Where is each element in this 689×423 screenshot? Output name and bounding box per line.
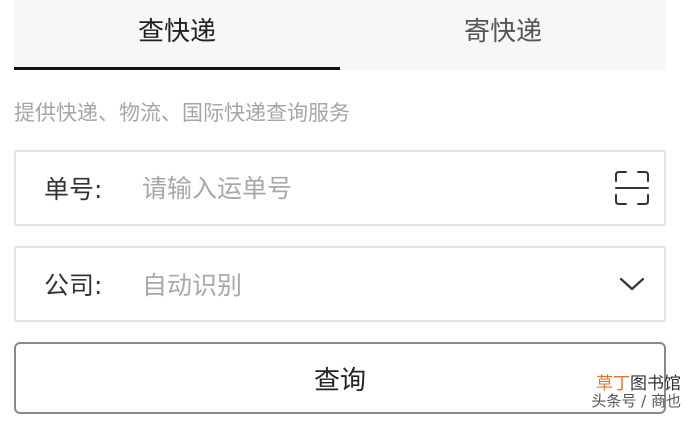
tab-send-express[interactable]: 寄快递 xyxy=(340,0,666,70)
watermark: 草丁图书馆 头条号 / 商也 xyxy=(591,374,681,410)
scan-icon[interactable] xyxy=(600,152,664,224)
chevron-down-icon[interactable] xyxy=(600,248,664,320)
query-button[interactable]: 查询 xyxy=(14,342,666,414)
tab-query-express[interactable]: 查快递 xyxy=(14,0,340,70)
courier-company-value: 自动识别 xyxy=(142,271,243,300)
watermark-subtitle: 头条号 / 商也 xyxy=(591,391,681,410)
tab-bar: 查快递 寄快递 xyxy=(14,0,666,70)
courier-company-select[interactable]: 公司: 自动识别 xyxy=(14,246,666,322)
watermark-accent: 草丁 xyxy=(596,374,630,394)
tracking-number-field: 单号: xyxy=(14,150,666,226)
tracking-number-input[interactable] xyxy=(142,152,600,224)
courier-company-label: 公司: xyxy=(44,271,103,300)
service-description: 提供快递、物流、国际快递查询服务 xyxy=(14,101,350,125)
watermark-rest: 图书馆 xyxy=(630,374,681,394)
tab-send-express-label: 寄快递 xyxy=(463,16,542,47)
express-query-page: 查快递 寄快递 提供快递、物流、国际快递查询服务 单号: 公司: 自动识别 xyxy=(0,0,689,423)
tracking-number-label: 单号: xyxy=(44,175,103,204)
tab-query-express-label: 查快递 xyxy=(137,16,216,47)
